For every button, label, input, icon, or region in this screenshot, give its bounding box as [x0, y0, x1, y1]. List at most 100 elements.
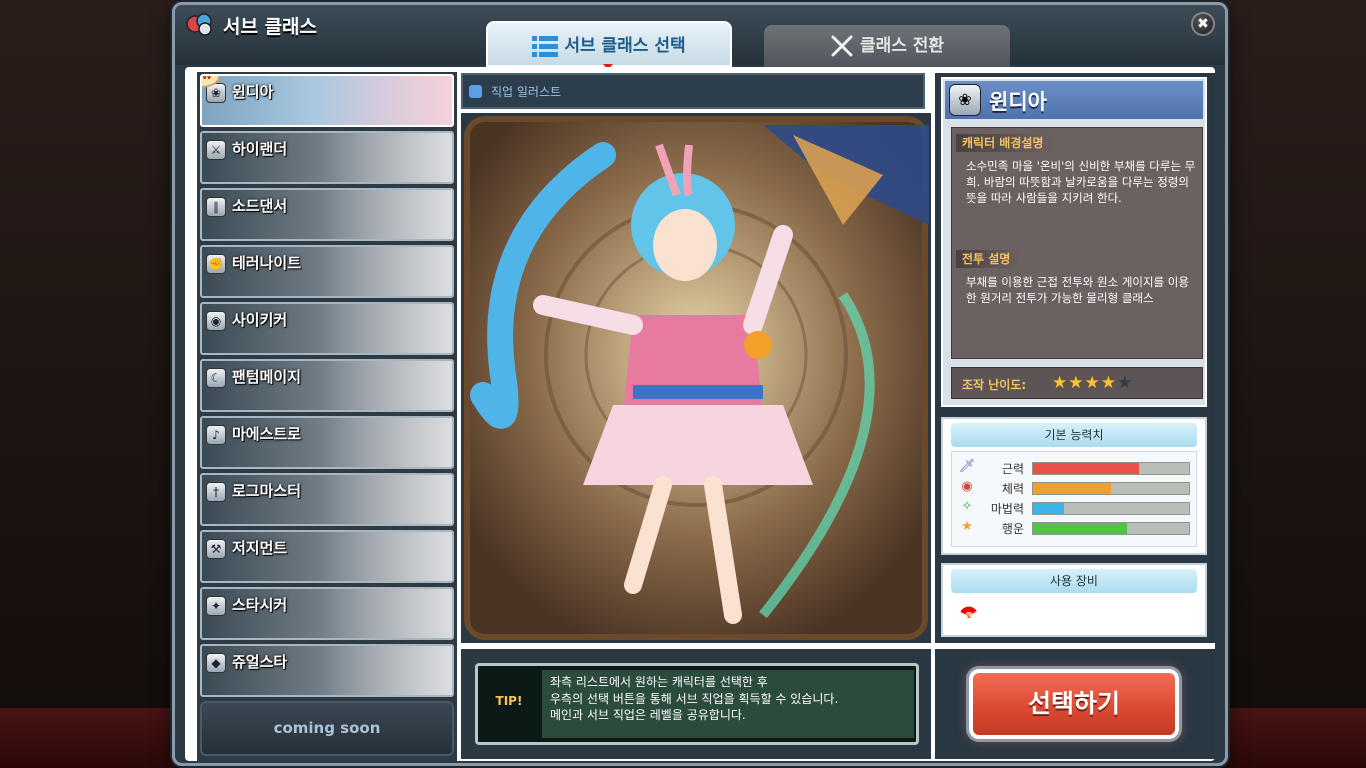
class-portrait [322, 532, 452, 581]
class-item-maestro[interactable]: ♪ 마에스트로 [200, 416, 454, 469]
class-item-highlander[interactable]: ⚔ 하이랜더 [200, 131, 454, 184]
stat-row-luck: ★ 행운 [958, 518, 1192, 538]
tip-line: 우측의 선택 버튼을 통해 서브 직업을 획득할 수 있습니다. [550, 691, 839, 706]
class-info-panel: ❀ 윈디아 캐릭터 배경설명 소수민족 마을 '온비'의 신비한 부채를 다루는… [935, 73, 1215, 643]
class-portrait [322, 133, 452, 182]
class-name: 팬텀메이지 [232, 368, 302, 386]
class-name: 마에스트로 [232, 425, 302, 443]
stat-bar [1032, 482, 1190, 495]
fist-icon: ✊ [206, 254, 226, 274]
class-item-judgement[interactable]: ⚒ 저지먼트 [200, 530, 454, 583]
stat-bar [1032, 462, 1190, 475]
difficulty-star-icon: ★ [1084, 373, 1101, 393]
class-portrait [322, 361, 452, 410]
difficulty-star-icon: ★ [1100, 373, 1117, 393]
scythe-icon: ☾ [206, 368, 226, 388]
base-stats-title: 기본 능력치 [951, 423, 1197, 447]
background-label: 캐릭터 배경설명 [956, 134, 1054, 152]
sword-icon: ⚔ [206, 140, 226, 160]
class-item-terraknight[interactable]: ✊ 테러나이트 [200, 245, 454, 298]
content-area: NEW ❀ 윈디아 ⚔ 하이랜더 ∥ 소드댄서 ✊ 테러나이트 [185, 67, 1215, 762]
difficulty-stars: ★★★★★ [1052, 373, 1133, 393]
star-icon: ★ [961, 519, 973, 534]
class-item-sworddancer[interactable]: ∥ 소드댄서 [200, 188, 454, 241]
info-icon [469, 85, 482, 98]
list-icon [532, 36, 559, 57]
combat-text: 부채를 이용한 근접 전투와 원소 게이지를 이용한 원거리 전투가 가능한 물… [966, 275, 1189, 305]
close-button[interactable]: ✖ [1191, 12, 1215, 36]
stat-name: 체력 [1001, 482, 1024, 496]
subclass-window: 서브 클래스 ✖ 서브 클래스 선택 클래스 전환 NEW ❀ 윈디아 [172, 2, 1228, 766]
class-name: 사이키커 [232, 311, 288, 329]
class-portrait [322, 304, 452, 353]
stat-row-strength: 🗡 근력 [958, 458, 1192, 478]
class-item-phantommage[interactable]: ☾ 팬텀메이지 [200, 359, 454, 412]
background-left [0, 0, 180, 768]
class-portrait [322, 76, 452, 125]
class-item-psychicer[interactable]: ◉ 사이키커 [200, 302, 454, 355]
class-item-roguemaster[interactable]: † 로그마스터 [200, 473, 454, 526]
baton-icon: ♪ [206, 425, 226, 445]
stat-name: 마법력 [990, 502, 1024, 516]
class-list: NEW ❀ 윈디아 ⚔ 하이랜더 ∥ 소드댄서 ✊ 테러나이트 [197, 72, 457, 762]
title-bar: 서브 클래스 ✖ 서브 클래스 선택 클래스 전환 [175, 5, 1225, 70]
class-info-box: ❀ 윈디아 캐릭터 배경설명 소수민족 마을 '온비'의 신비한 부채를 다루는… [941, 77, 1207, 407]
tab-label: 클래스 전환 [859, 36, 945, 56]
fan-icon: ❀ [949, 84, 981, 116]
class-name: 테러나이트 [232, 254, 302, 272]
select-panel: 선택하기 [935, 649, 1215, 759]
twin-blades-icon: ∥ [206, 197, 226, 217]
orb-icon: ◉ [206, 311, 226, 331]
stat-name: 행운 [1001, 522, 1024, 536]
tip-panel: TIP! 좌측 리스트에서 원하는 캐릭터를 선택한 후 우측의 선택 버튼을 … [461, 649, 931, 759]
class-portrait [322, 646, 452, 695]
class-name: 쥬얼스타 [232, 653, 288, 671]
magic-wand-icon: ✧ [961, 499, 973, 514]
stat-bar-fill [1033, 483, 1111, 494]
stat-bar [1032, 522, 1190, 535]
class-name: 스타시커 [232, 596, 288, 614]
class-portrait [322, 418, 452, 467]
illustration-header-label: 직업 일러스트 [491, 85, 562, 99]
illustration-header: 직업 일러스트 [461, 73, 925, 109]
difficulty-star-icon: ★ [1068, 373, 1085, 393]
combat-label: 전투 설명 [956, 250, 1021, 268]
select-button[interactable]: 선택하기 [969, 669, 1179, 739]
difficulty-star-icon: ★ [1117, 373, 1134, 393]
stat-bar-fill [1033, 503, 1065, 514]
crossed-swords-icon [831, 35, 853, 57]
dagger-icon: † [206, 482, 226, 502]
hammer-icon: ⚒ [206, 539, 226, 559]
class-name: 윈디아 [232, 83, 274, 101]
stat-bar-fill [1033, 523, 1127, 534]
tab-class-change[interactable]: 클래스 전환 [764, 25, 1010, 67]
jewel-icon: ◆ [206, 653, 226, 673]
tip-line: 메인과 서브 직업은 레벨을 공유합니다. [550, 708, 746, 722]
star-wand-icon: ✦ [206, 596, 226, 616]
equipment-box: 사용 장비 🪭 [941, 563, 1207, 637]
fan-weapon-icon[interactable]: 🪭 [959, 603, 979, 623]
stats-list: 🗡 근력 ◉ 체력 ✧ 마법력 ★ 행운 [951, 451, 1197, 547]
window-title: 서브 클래스 [223, 16, 318, 38]
difficulty-label: 조작 난이도: [962, 378, 1027, 392]
tip-line: 좌측 리스트에서 원하는 캐릭터를 선택한 후 [550, 675, 768, 689]
stat-name: 근력 [1001, 462, 1024, 476]
stat-row-vitality: ◉ 체력 [958, 478, 1192, 498]
stat-bar-fill [1033, 463, 1140, 474]
class-name: 로그마스터 [232, 482, 302, 500]
class-info-name: 윈디아 [989, 90, 1047, 114]
sword-icon: 🗡 [958, 459, 976, 474]
class-item-jewelstar[interactable]: ◆ 쥬얼스타 [200, 644, 454, 697]
class-item-windia[interactable]: NEW ❀ 윈디아 [200, 74, 454, 127]
tip-text: 좌측 리스트에서 원하는 캐릭터를 선택한 후 우측의 선택 버튼을 통해 서브… [542, 670, 914, 738]
class-portrait [322, 475, 452, 524]
class-name: 소드댄서 [232, 197, 288, 215]
tab-label: 서브 클래스 선택 [564, 36, 686, 56]
equipment-title: 사용 장비 [951, 569, 1197, 593]
class-portrait [322, 190, 452, 239]
class-item-starseeker[interactable]: ✦ 스타시커 [200, 587, 454, 640]
stat-bar [1032, 502, 1190, 515]
coming-soon-slot: coming soon [200, 701, 454, 756]
tab-subclass-select[interactable]: 서브 클래스 선택 [486, 21, 732, 67]
subclass-emblem-icon [186, 13, 212, 36]
